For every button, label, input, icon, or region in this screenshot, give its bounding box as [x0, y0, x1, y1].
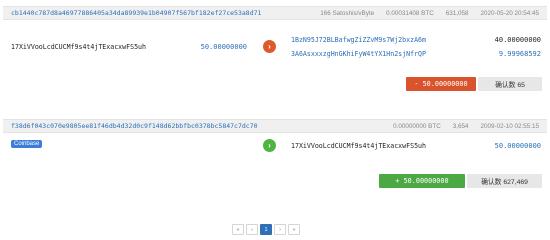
- transaction-hash-link[interactable]: cb1440c787d8a46977886405a34da89939e1b049…: [11, 9, 308, 17]
- output-address-link[interactable]: 17XiVVooLcdCUCMf9s4t4jTExacxwFS5uh: [291, 142, 426, 150]
- transaction-fee: 0.00000000 BTC: [393, 122, 441, 130]
- input-address-link[interactable]: 17XiVVooLcdCUCMf9s4t4jTExacxwFS5uh: [11, 43, 146, 51]
- transaction-size: 631,058: [445, 9, 469, 17]
- next-page-button[interactable]: ›: [274, 224, 286, 235]
- transaction-time: 2020-05-20 20:54:45: [480, 9, 539, 17]
- transaction-card: f38d6f043c070e9805ee81f46db4d32d0c9f148d…: [3, 119, 547, 201]
- output-amount: 50.00000000: [494, 142, 541, 150]
- first-page-button[interactable]: «: [232, 224, 244, 235]
- transaction-size: 3,654: [452, 122, 469, 130]
- last-page-button[interactable]: »: [288, 224, 300, 235]
- page-1-button[interactable]: 1: [260, 224, 272, 235]
- output-address-link[interactable]: 1BzN95J72BLBafwgZiZZvM9s7Wj2bxzA6m: [291, 36, 426, 44]
- transaction-fee: 0.00031408 BTC: [386, 9, 434, 17]
- chevron-right-icon: ›: [263, 139, 276, 152]
- total-amount-badge: - 50.00000000: [406, 77, 476, 91]
- transaction-card: cb1440c787d8a46977886405a34da89939e1b049…: [3, 6, 547, 92]
- confirmations-badge: 确认数 65: [478, 77, 542, 91]
- total-amount-badge: + 50.00000000: [379, 174, 465, 188]
- chevron-right-icon: ›: [263, 40, 276, 53]
- output-amount: 40.00000000: [494, 36, 541, 44]
- output-amount: 9.99968592: [498, 50, 541, 58]
- transaction-header: cb1440c787d8a46977886405a34da89939e1b049…: [3, 6, 547, 20]
- transaction-hash-link[interactable]: f38d6f043c070e9805ee81f46db4d32d0c9f148d…: [11, 122, 369, 130]
- transaction-time: 2009-02-10 02:55:15: [480, 122, 539, 130]
- pagination: « ‹ 1 › »: [232, 224, 300, 235]
- coinbase-badge: Coinbase: [11, 140, 43, 148]
- output-address-link[interactable]: 3A6AsxxxzgHnGKhiFyW4tYX1Hn2sjNfrQP: [291, 50, 426, 58]
- input-amount: 50.00000000: [200, 43, 247, 51]
- prev-page-button[interactable]: ‹: [246, 224, 258, 235]
- transaction-header: f38d6f043c070e9805ee81f46db4d32d0c9f148d…: [3, 119, 547, 133]
- fee-rate: 166 Satoshis/vByte: [320, 9, 375, 17]
- confirmations-badge: 确认数 627,469: [467, 174, 542, 188]
